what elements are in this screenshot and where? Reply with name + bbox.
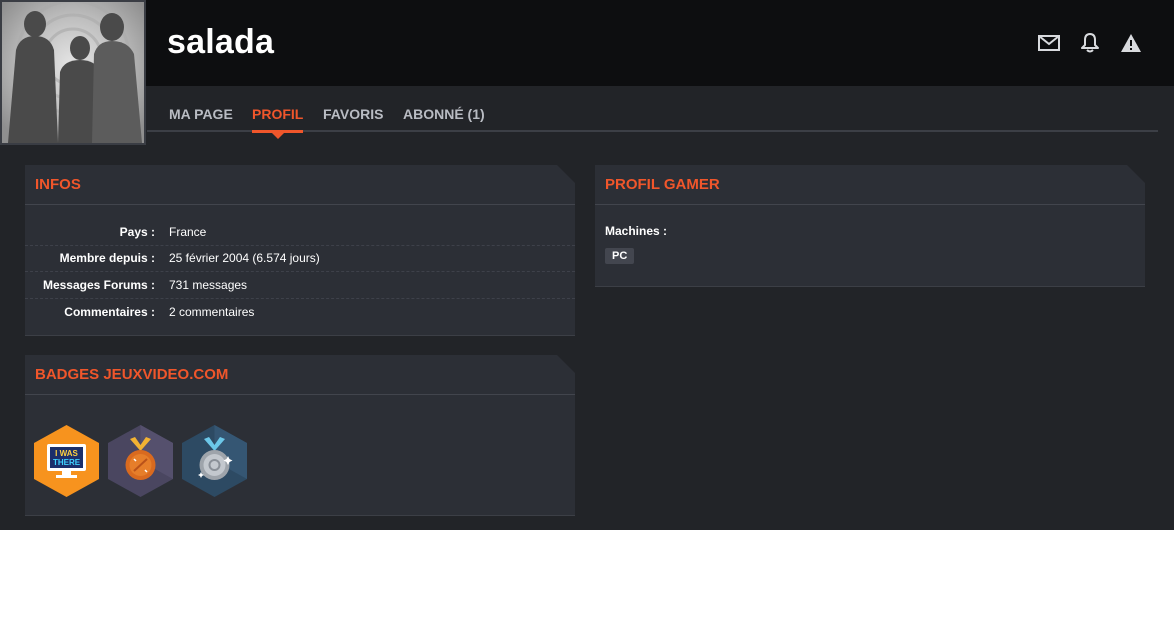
info-label: Pays :	[119, 224, 155, 239]
panel-corner	[557, 165, 575, 183]
info-row-commentaires: Commentaires : 2 commentaires	[25, 299, 575, 326]
i-was-there-badge-icon[interactable]: I WAS THERE	[34, 425, 99, 497]
profil-gamer-title: PROFIL GAMER	[595, 165, 1145, 205]
tab-abonne[interactable]: ABONNÉ (1)	[403, 106, 485, 122]
bell-icon[interactable]	[1079, 32, 1101, 54]
tab-favoris[interactable]: FAVORIS	[323, 106, 383, 122]
avatar	[0, 0, 146, 145]
infos-list: Pays : France Membre depuis : 25 février…	[25, 205, 575, 325]
profil-gamer-panel: PROFIL GAMER Machines : PC	[595, 165, 1145, 287]
badges-panel: BADGES JEUXVIDEO.COM I WAS THERE	[25, 355, 575, 516]
info-label: Membre depuis :	[59, 251, 155, 266]
info-value: 731 messages	[169, 277, 248, 292]
panel-corner	[1127, 165, 1145, 183]
profile-tabs: MA PAGE PROFIL FAVORIS ABONNÉ (1)	[147, 86, 1158, 139]
info-row-pays: Pays : France	[25, 219, 575, 246]
tab-ma-page[interactable]: MA PAGE	[169, 106, 233, 122]
info-row-membre-depuis: Membre depuis : 25 février 2004 (6.574 j…	[25, 246, 575, 272]
info-value: 2 commentaires	[169, 304, 255, 319]
badges-title: BADGES JEUXVIDEO.COM	[25, 355, 575, 395]
info-label: Messages Forums :	[42, 277, 155, 292]
info-row-messages-forums: Messages Forums : 731 messages	[25, 272, 575, 299]
mail-icon[interactable]	[1038, 32, 1060, 54]
machines-label: Machines :	[605, 224, 668, 238]
info-value: France	[169, 224, 207, 239]
tab-profil[interactable]: PROFIL	[252, 106, 304, 139]
username: salada	[167, 23, 275, 61]
profile-header: salada	[0, 0, 1174, 86]
panel-corner	[557, 355, 575, 373]
info-label: Commentaires :	[64, 304, 155, 319]
profile-page: salada MA PAGE PROFIL FAVORIS ABONNÉ (1)…	[0, 0, 1174, 530]
bronze-medal-badge-icon[interactable]	[108, 425, 173, 497]
silver-medal-badge-icon[interactable]	[182, 425, 247, 497]
infos-title: INFOS	[25, 165, 575, 205]
machine-tag[interactable]: PC	[605, 248, 635, 264]
badge-list: I WAS THERE	[34, 425, 247, 497]
badge-text-line2: THERE	[53, 458, 81, 467]
header-actions	[1038, 32, 1142, 54]
info-value: 25 février 2004 (6.574 jours)	[169, 251, 320, 266]
warning-icon[interactable]	[1120, 32, 1142, 54]
infos-panel: INFOS Pays : France Membre depuis : 25 f…	[25, 165, 575, 336]
badge-text-line1: I WAS	[55, 449, 78, 458]
silhouette-avatar-icon	[2, 2, 144, 143]
